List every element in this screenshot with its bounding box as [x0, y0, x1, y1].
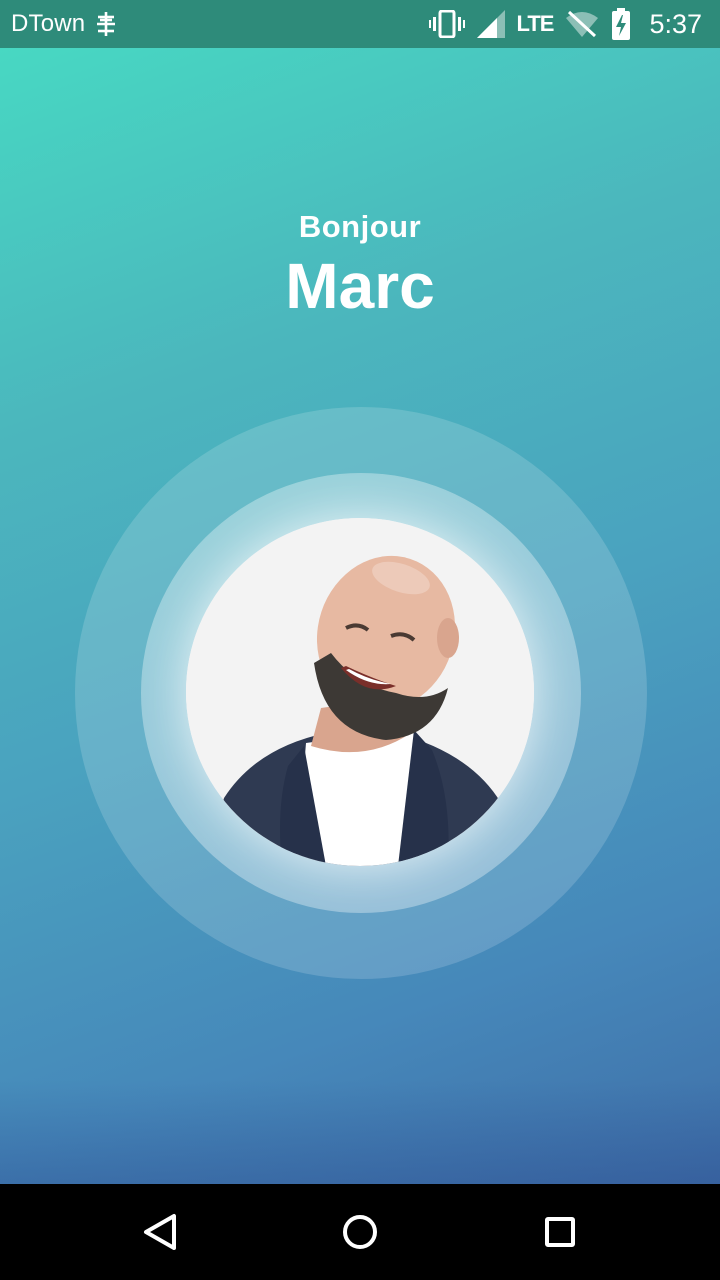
screen: DTown LTE 5:37 Bonjour Marc — [0, 0, 720, 1280]
carrier-name: DTown — [11, 10, 86, 37]
background-fade — [0, 1080, 720, 1184]
navigation-bar — [0, 1184, 720, 1280]
vibrate-icon — [428, 10, 465, 38]
greeting: Bonjour Marc — [0, 205, 720, 321]
wifi-off-icon — [565, 10, 599, 38]
network-type: LTE — [516, 11, 555, 36]
status-left: DTown — [11, 10, 117, 38]
user-name: Marc — [285, 250, 435, 322]
battery-charging-icon — [611, 8, 631, 40]
profile-photo — [186, 518, 534, 866]
back-icon[interactable] — [136, 1208, 184, 1256]
profile-avatar[interactable] — [186, 518, 534, 866]
recents-icon[interactable] — [536, 1208, 584, 1256]
status-right: LTE 5:37 — [428, 8, 702, 40]
carrier-settings-icon — [95, 11, 117, 37]
home-icon[interactable] — [336, 1208, 384, 1256]
greeting-salutation: Bonjour — [298, 209, 422, 244]
cell-signal-icon — [476, 10, 505, 38]
status-bar: DTown LTE 5:37 — [0, 0, 720, 48]
clock: 5:37 — [649, 8, 702, 39]
